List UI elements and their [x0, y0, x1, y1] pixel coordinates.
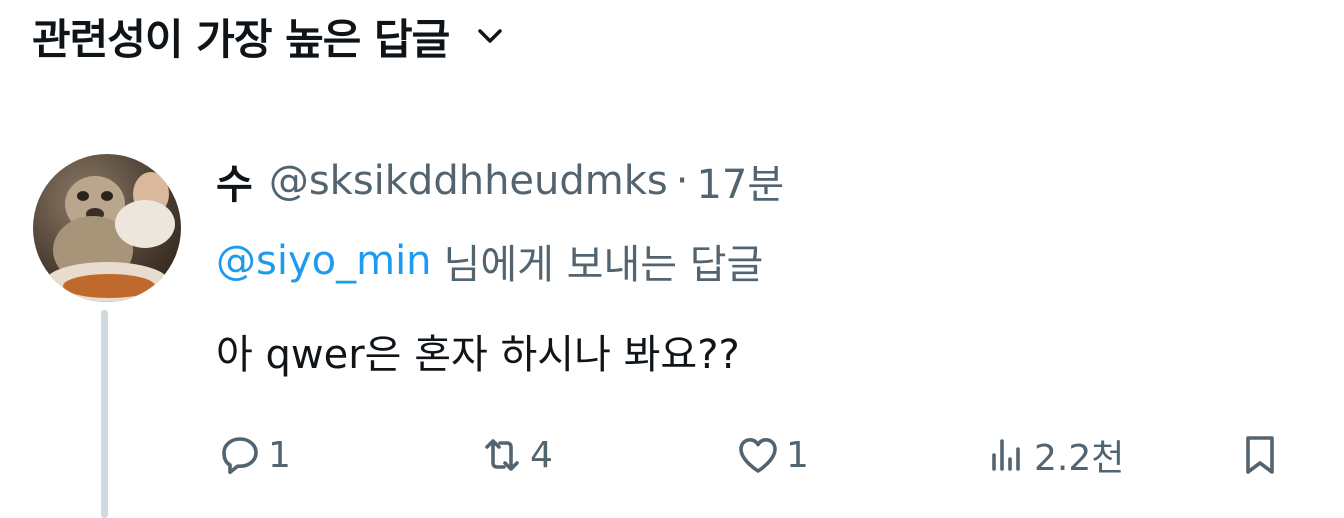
- repost-count: 4: [530, 434, 553, 476]
- replying-to: @siyo_min 님에게 보내는 답글: [216, 230, 763, 292]
- views-count: 2.2천: [1034, 438, 1125, 479]
- repost-button[interactable]: 4: [478, 420, 553, 490]
- user-handle[interactable]: @sksikddhheudmks: [269, 158, 668, 204]
- display-name[interactable]: 수: [216, 152, 253, 210]
- chevron-down-icon: [475, 21, 505, 51]
- like-count: 1: [786, 434, 809, 476]
- sort-label: 관련성이 가장 높은 답글: [32, 14, 450, 64]
- bookmark-button[interactable]: [1236, 420, 1284, 490]
- reply-text: 아 qwer은 혼자 하시나 봐요??: [216, 332, 740, 378]
- separator-dot: ·: [675, 158, 689, 204]
- reply-count: 1: [268, 434, 291, 476]
- replying-to-suffix: 님에게 보내는 답글: [443, 242, 764, 288]
- views-button[interactable]: 2.2천: [982, 420, 1124, 490]
- heart-icon: [739, 438, 777, 473]
- avatar[interactable]: [33, 154, 181, 302]
- reply-header: 수 @sksikddhheudmks · 17분: [216, 150, 784, 212]
- timestamp[interactable]: 17분: [696, 152, 784, 210]
- views-chart-icon: [992, 439, 1020, 471]
- bookmark-icon: [1246, 436, 1274, 474]
- reply-icon: [222, 437, 258, 474]
- like-button[interactable]: 1: [734, 420, 809, 490]
- replying-to-mention[interactable]: @siyo_min: [216, 238, 432, 284]
- action-bar: 1 4 1 2.2천: [216, 420, 1296, 490]
- sort-replies-selector[interactable]: 관련성이 가장 높은 답글: [32, 4, 505, 68]
- reply-button[interactable]: 1: [216, 420, 291, 490]
- repost-icon: [485, 439, 519, 471]
- thread-line: [101, 310, 108, 518]
